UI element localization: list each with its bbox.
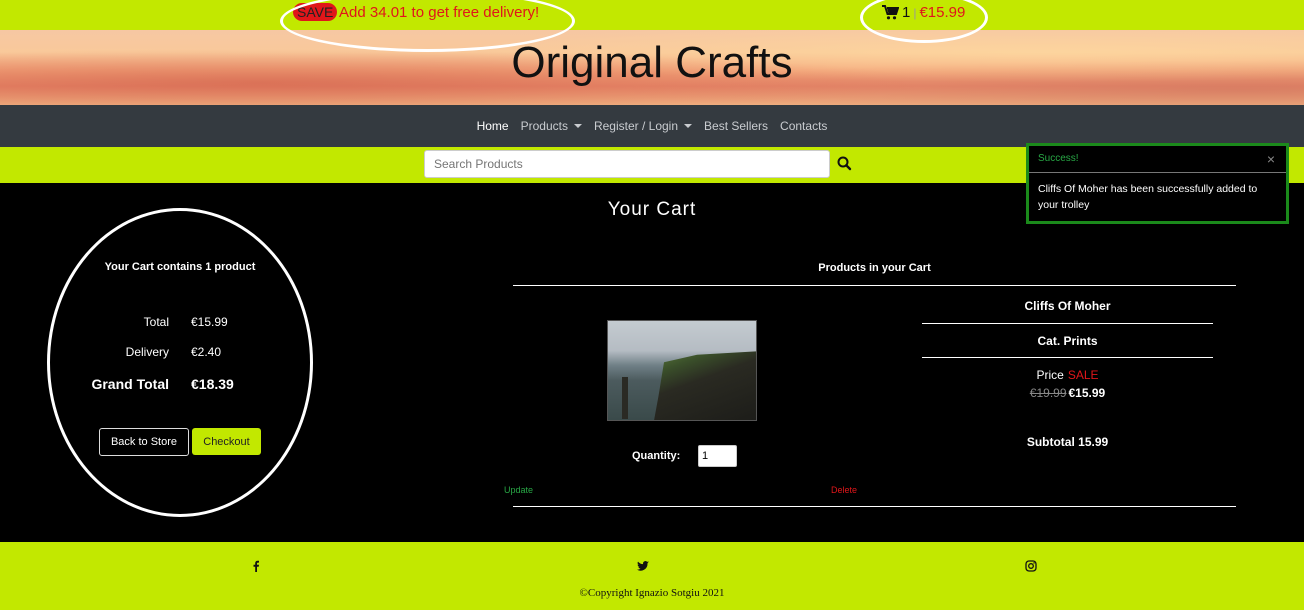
nav-best-sellers[interactable]: Best Sellers <box>704 119 768 133</box>
back-to-store-button[interactable]: Back to Store <box>99 428 189 456</box>
divider <box>513 285 1236 286</box>
quantity-input[interactable] <box>698 445 737 467</box>
update-link[interactable]: Update <box>504 485 533 495</box>
delivery-value: €2.40 <box>191 345 222 359</box>
nav-register-login[interactable]: Register / Login <box>593 119 693 133</box>
free-delivery-message: Add 34.01 to get free delivery! <box>339 4 540 21</box>
nav-products-label: Products <box>520 119 568 133</box>
cart-summary-title: Your Cart contains 1 product <box>104 261 256 273</box>
product-category: Cat. Prints <box>1037 334 1098 348</box>
nav-home[interactable]: Home <box>477 119 509 133</box>
search-input[interactable] <box>424 150 830 178</box>
success-toast: Success! × Cliffs Of Moher has been succ… <box>1026 143 1289 224</box>
total-label: Total <box>143 315 169 329</box>
caret-down-icon <box>573 124 582 128</box>
current-price: €15.99 <box>1068 386 1106 400</box>
product-name: Cliffs Of Moher <box>1024 299 1111 313</box>
products-header: Products in your Cart <box>818 262 931 274</box>
main-nav: Home Products Register / Login Best Sell… <box>0 105 1304 147</box>
caret-down-icon <box>684 124 693 128</box>
delete-link[interactable]: Delete <box>831 485 857 495</box>
total-value: €15.99 <box>191 315 228 329</box>
close-icon[interactable]: × <box>1267 151 1275 167</box>
product-subtotal: Subtotal 15.99 <box>1026 435 1109 449</box>
product-image[interactable] <box>607 320 757 421</box>
cart-summary[interactable]: 1 | €15.99 <box>882 4 965 21</box>
hero-banner: Original Crafts <box>0 30 1304 105</box>
footer: ©Copyright Ignazio Sotgiu 2021 <box>0 542 1304 610</box>
checkout-button[interactable]: Checkout <box>192 428 261 455</box>
delivery-label: Delivery <box>125 345 169 359</box>
toast-message: Cliffs Of Moher has been successfully ad… <box>1038 183 1258 211</box>
toast-title: Success! <box>1038 153 1079 164</box>
cart-total: €15.99 <box>919 4 966 21</box>
instagram-icon[interactable] <box>1024 559 1038 573</box>
promo-bar: SAVE Add 34.01 to get free delivery! 1 |… <box>0 0 1304 30</box>
save-badge: SAVE <box>293 3 338 21</box>
sale-tag: SALE <box>1067 368 1099 382</box>
divider <box>922 323 1213 324</box>
shopping-cart-icon <box>882 5 899 20</box>
copyright-text: ©Copyright Ignazio Sotgiu 2021 <box>579 587 725 599</box>
facebook-icon[interactable] <box>249 559 263 573</box>
nav-register-login-label: Register / Login <box>593 119 679 133</box>
divider <box>922 357 1213 358</box>
cart-count: 1 <box>902 4 911 21</box>
twitter-icon[interactable] <box>636 559 650 573</box>
cliff-shape <box>653 351 756 420</box>
old-price: €19.99 <box>1029 386 1067 400</box>
price-label: Price <box>1036 368 1064 382</box>
cart-separator: | <box>913 5 917 20</box>
grand-total-label: Grand Total <box>91 376 169 392</box>
site-title[interactable]: Original Crafts <box>0 38 1304 88</box>
price-value-row: €19.99 €15.99 <box>922 386 1213 400</box>
sea-stack-shape <box>622 377 628 419</box>
quantity-label: Quantity: <box>632 450 681 462</box>
price-label-row: Price SALE <box>922 368 1213 382</box>
search-icon[interactable] <box>836 155 854 173</box>
nav-products[interactable]: Products <box>521 119 582 133</box>
grand-total-value: €18.39 <box>191 376 234 392</box>
nav-contacts[interactable]: Contacts <box>780 119 827 133</box>
annotation-oval <box>47 208 313 517</box>
divider <box>513 506 1236 507</box>
toast-header: Success! × <box>1029 146 1286 173</box>
